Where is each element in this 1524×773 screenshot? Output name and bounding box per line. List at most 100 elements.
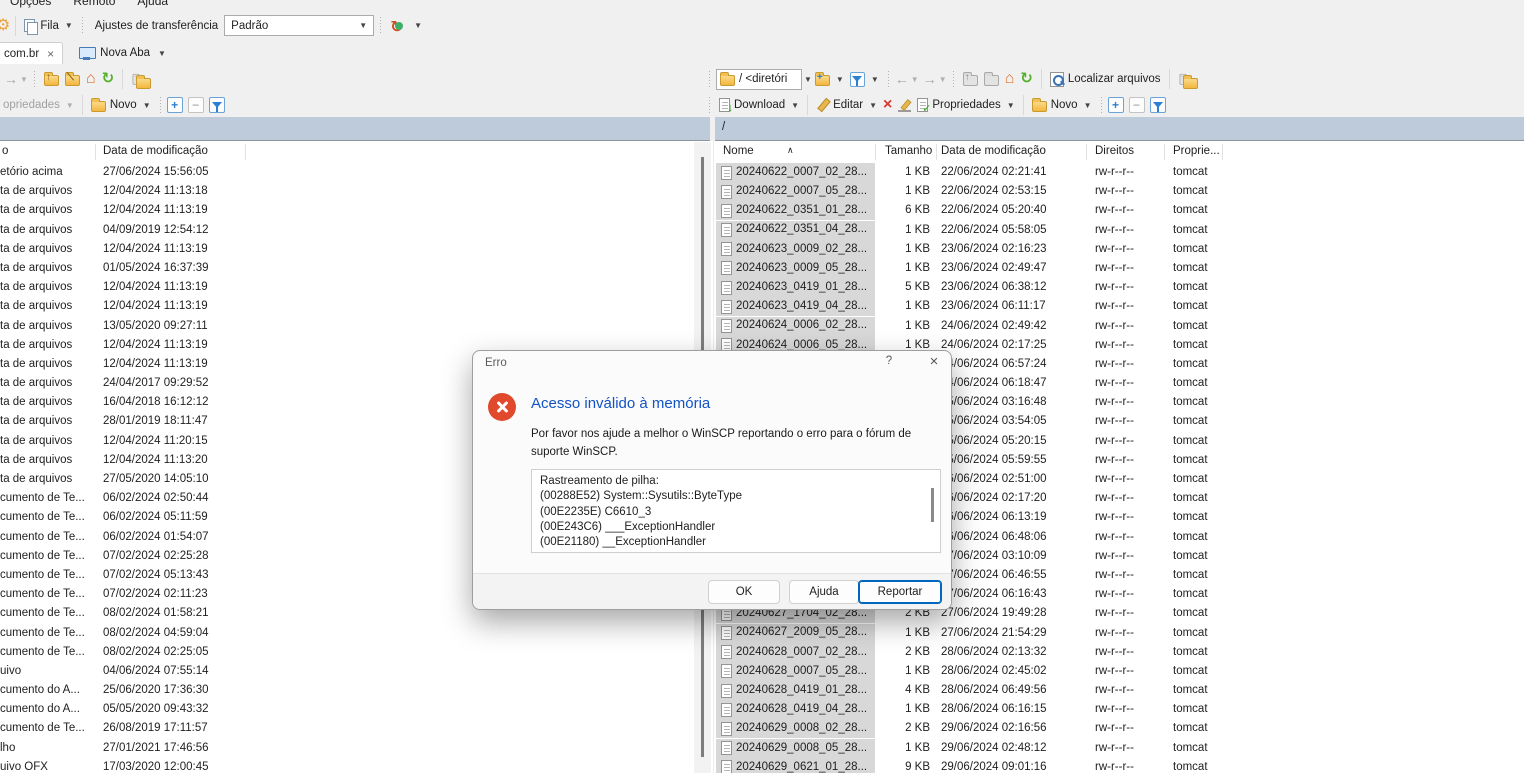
drag-handle[interactable] — [34, 71, 35, 88]
properties-button-remote[interactable]: Propriedades ▼ — [914, 96, 1017, 114]
drag-handle[interactable] — [160, 97, 161, 114]
column-divider[interactable] — [1086, 144, 1087, 160]
stack-trace-box[interactable]: Rastreamento de pilha: (00288E52) System… — [531, 469, 941, 553]
forward-icon[interactable]: → — [4, 72, 18, 86]
chevron-down-icon[interactable]: ▼ — [20, 75, 28, 84]
remote-file-row[interactable]: 20240622_0007_02_28... 1 KB 22/06/2024 0… — [715, 163, 1524, 182]
column-header-name[interactable]: Nome — [723, 145, 754, 157]
local-file-row[interactable]: cumento de Te... 08/02/2024 02:25:05 — [0, 643, 694, 662]
drag-handle[interactable] — [82, 17, 83, 34]
remote-file-row[interactable]: 20240622_0351_01_28... 6 KB 22/06/2024 0… — [715, 201, 1524, 220]
directory-tree-button[interactable] — [128, 69, 154, 89]
drag-handle[interactable] — [709, 97, 710, 114]
local-file-row[interactable]: cumento do A... 25/06/2020 17:36:30 — [0, 681, 694, 700]
menu-item[interactable]: Remoto — [73, 0, 115, 8]
drag-handle[interactable] — [953, 71, 954, 88]
unselect-files-button-remote[interactable]: − — [1129, 97, 1145, 113]
local-file-row[interactable]: uivo OFX 17/03/2020 12:00:45 — [0, 758, 694, 773]
help-button[interactable]: Ajuda — [789, 580, 859, 604]
remote-file-row[interactable]: 20240628_0419_04_28... 1 KB 28/06/2024 0… — [715, 700, 1524, 719]
chevron-down-icon[interactable]: ▼ — [911, 75, 919, 84]
column-header-size[interactable]: Tamanho — [885, 145, 930, 157]
back-icon[interactable]: ← — [895, 72, 909, 86]
root-directory-button[interactable]: ⟍ — [62, 70, 83, 88]
synchronize-button[interactable]: ▼ — [387, 16, 425, 36]
edit-button[interactable]: Editar ▼ — [813, 96, 880, 114]
local-file-row[interactable]: etório acima 27/06/2024 15:56:05 — [0, 163, 694, 182]
parent-directory-button-remote[interactable]: ↑ — [960, 70, 981, 88]
synchronize-browsing-button[interactable] — [1175, 69, 1201, 89]
local-file-row[interactable]: ta de arquivos 04/09/2019 12:54:12 — [0, 221, 694, 240]
select-files-button[interactable]: + — [167, 97, 183, 113]
remote-file-row[interactable]: 20240622_0351_04_28... 1 KB 22/06/2024 0… — [715, 221, 1524, 240]
local-file-row[interactable]: ta de arquivos 12/04/2024 11:13:19 — [0, 297, 694, 316]
remote-file-row[interactable]: 20240623_0009_02_28... 1 KB 23/06/2024 0… — [715, 240, 1524, 259]
remote-current-path[interactable]: / — [722, 121, 725, 133]
transfer-preset-combo[interactable]: Padrão ▼ — [224, 15, 374, 36]
column-header-date[interactable]: Data de modificação — [941, 145, 1046, 157]
remote-file-row[interactable]: 20240623_0009_05_28... 1 KB 23/06/2024 0… — [715, 259, 1524, 278]
drag-handle[interactable] — [380, 17, 381, 34]
local-file-row[interactable]: cumento de Te... 26/08/2019 17:11:57 — [0, 719, 694, 738]
dialog-help-icon[interactable]: ? — [878, 355, 900, 373]
panel-splitter[interactable] — [710, 117, 715, 141]
local-file-row[interactable]: ta de arquivos 12/04/2024 11:13:19 — [0, 240, 694, 259]
chevron-down-icon[interactable]: ▼ — [939, 75, 947, 84]
filter-button-left[interactable] — [209, 97, 225, 113]
refresh-button[interactable]: ↻ — [99, 70, 118, 88]
remote-file-row[interactable]: 20240627_2009_05_28... 1 KB 27/06/2024 2… — [715, 624, 1524, 643]
column-divider[interactable] — [1164, 144, 1165, 160]
properties-button-left[interactable]: opriedades ▼ — [0, 97, 77, 113]
column-header-date[interactable]: Data de modificação — [103, 145, 208, 157]
local-file-row[interactable]: cumento do A... 05/05/2020 09:43:32 — [0, 700, 694, 719]
tab-session[interactable]: com.br × — [0, 42, 63, 64]
download-button[interactable]: Download ▼ — [716, 96, 802, 114]
local-file-row[interactable]: ta de arquivos 01/05/2024 16:37:39 — [0, 259, 694, 278]
tab-close-icon[interactable]: × — [47, 48, 54, 60]
drag-handle[interactable] — [1101, 97, 1102, 114]
drag-handle[interactable] — [888, 71, 889, 88]
column-divider[interactable] — [936, 144, 937, 160]
dialog-close-icon[interactable]: × — [922, 353, 946, 373]
local-file-row[interactable]: ta de arquivos 12/04/2024 11:13:18 — [0, 182, 694, 201]
menu-item[interactable]: Opções — [10, 0, 51, 8]
remote-file-row[interactable]: 20240629_0621_01_28... 9 KB 29/06/2024 0… — [715, 758, 1524, 773]
parent-directory-button[interactable]: ↑ — [41, 70, 62, 88]
remote-file-row[interactable]: 20240629_0008_02_28... 2 KB 29/06/2024 0… — [715, 719, 1524, 738]
report-button[interactable]: Reportar — [858, 580, 942, 604]
new-button-remote[interactable]: Novo ▼ — [1029, 96, 1095, 114]
root-directory-button-remote[interactable] — [981, 70, 1002, 88]
tab-new[interactable]: Nova Aba ▼ — [71, 42, 174, 64]
stack-scrollbar-thumb[interactable] — [931, 488, 934, 522]
remote-file-row[interactable]: 20240629_0008_05_28... 1 KB 29/06/2024 0… — [715, 739, 1524, 758]
remote-file-row[interactable]: 20240628_0007_05_28... 1 KB 28/06/2024 0… — [715, 662, 1524, 681]
forward-icon[interactable]: → — [923, 72, 937, 86]
remote-file-row[interactable]: 20240622_0007_05_28... 1 KB 22/06/2024 0… — [715, 182, 1524, 201]
column-header-rights[interactable]: Direitos — [1095, 145, 1134, 157]
remote-file-row[interactable]: 20240628_0007_02_28... 2 KB 28/06/2024 0… — [715, 643, 1524, 662]
column-divider[interactable] — [245, 144, 246, 160]
delete-button[interactable]: × — [880, 96, 895, 114]
unselect-files-button[interactable]: − — [188, 97, 204, 113]
new-button-left[interactable]: Novo ▼ — [88, 96, 154, 114]
remote-file-row[interactable]: 20240623_0419_04_28... 1 KB 23/06/2024 0… — [715, 297, 1524, 316]
open-directory-button[interactable]: +▼ — [812, 70, 847, 88]
dialog-title-bar[interactable]: Erro ? × — [473, 351, 951, 377]
preferences-gear-icon[interactable]: ⚙ — [0, 18, 10, 34]
ok-button[interactable]: OK — [708, 580, 780, 604]
home-directory-button[interactable]: ⌂ — [83, 70, 99, 88]
local-file-row[interactable]: ta de arquivos 12/04/2024 11:13:19 — [0, 278, 694, 297]
column-divider[interactable] — [875, 144, 876, 160]
remote-file-row[interactable]: 20240628_0419_01_28... 4 KB 28/06/2024 0… — [715, 681, 1524, 700]
local-file-row[interactable]: cumento de Te... 08/02/2024 04:59:04 — [0, 624, 694, 643]
queue-button[interactable]: Fila ▼ — [21, 17, 75, 35]
column-divider[interactable] — [1222, 144, 1223, 160]
remote-path-combo[interactable]: / <diretóri — [716, 69, 802, 90]
home-directory-button-remote[interactable]: ⌂ — [1002, 70, 1018, 88]
column-header-type[interactable]: o — [2, 145, 8, 157]
refresh-button-remote[interactable]: ↻ — [1017, 70, 1036, 88]
local-file-row[interactable]: lho 27/01/2021 17:46:56 — [0, 739, 694, 758]
column-divider[interactable] — [95, 144, 96, 160]
chevron-down-icon[interactable]: ▼ — [804, 75, 812, 84]
column-header-owner[interactable]: Proprie... — [1173, 145, 1220, 157]
